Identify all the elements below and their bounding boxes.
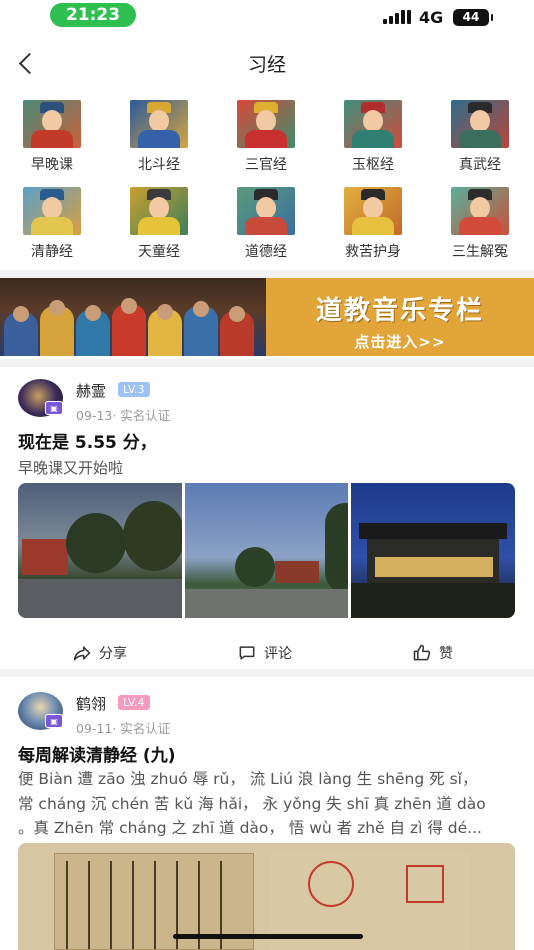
comment-icon: [239, 646, 255, 660]
post-photo[interactable]: [184, 483, 349, 618]
scripture-item[interactable]: 早晚课: [2, 100, 102, 174]
scripture-item[interactable]: 玉枢经: [323, 100, 423, 174]
page-title: 习经: [247, 54, 286, 76]
like-label: 赞: [439, 646, 453, 662]
verification-label: · 实名认证: [112, 408, 171, 423]
deity-thumbnail: [130, 187, 188, 235]
deity-thumbnail: [130, 100, 188, 148]
post-text-line[interactable]: 。真 Zhēn 常 cháng 之 zhī 道 dào， 悟 wù 者 zhě …: [18, 816, 482, 838]
share-button[interactable]: 分享: [72, 641, 127, 665]
banner-title: 道教音乐专栏: [315, 296, 484, 326]
post-date: 09-13: [76, 408, 113, 423]
scripture-label: 道德经: [245, 244, 287, 260]
photo-gallery: [18, 483, 515, 618]
scripture-item[interactable]: 救苦护身: [323, 187, 423, 261]
banner-photo: [0, 278, 266, 356]
deity-thumbnail: [344, 100, 402, 148]
thumbs-up-icon: [413, 644, 431, 661]
section-divider: [0, 270, 534, 278]
post-actions: 分享 评论 赞: [0, 641, 534, 665]
level-badge: LV.4: [118, 695, 150, 710]
status-bar: 21:23 4G 44: [0, 0, 534, 40]
scripture-label: 清静经: [31, 244, 73, 260]
scripture-item[interactable]: 三官经: [216, 100, 316, 174]
avatar[interactable]: ▣: [18, 692, 63, 730]
comment-button[interactable]: 评论: [237, 641, 292, 665]
post-text[interactable]: 早晚课又开始啦: [18, 457, 123, 478]
scripture-item[interactable]: 三生解冤: [430, 187, 530, 261]
post-title[interactable]: 每周解读清静经 (九): [18, 741, 175, 766]
scripture-label: 真武经: [459, 157, 501, 173]
scripture-label: 早晚课: [31, 157, 73, 173]
scripture-item[interactable]: 真武经: [430, 100, 530, 174]
scripture-label: 北斗经: [138, 157, 180, 173]
verified-badge-icon: ▣: [45, 401, 63, 415]
post-title[interactable]: 现在是 5.55 分，: [18, 428, 157, 453]
share-icon: [73, 646, 91, 661]
deity-thumbnail: [451, 187, 509, 235]
scripture-label: 天童经: [138, 244, 180, 260]
deity-thumbnail: [451, 100, 509, 148]
section-divider: [0, 359, 534, 367]
post-meta: 09-11· 实名认证: [76, 718, 170, 737]
username[interactable]: 赫霊: [76, 380, 106, 401]
scripture-item[interactable]: 北斗经: [109, 100, 209, 174]
deity-thumbnail: [237, 100, 295, 148]
share-label: 分享: [99, 646, 127, 662]
deity-thumbnail: [237, 187, 295, 235]
post-card: ▣ 赫霊 LV.3 09-13· 实名认证 现在是 5.55 分， 早晚课又开始…: [0, 379, 534, 669]
like-button[interactable]: 赞: [412, 641, 453, 665]
post-date: 09-11: [76, 721, 113, 736]
status-time: 21:23: [50, 3, 136, 27]
network-type: 4G: [419, 8, 444, 27]
post-text-line[interactable]: 便 Biàn 遭 zāo 浊 zhuó 辱 rǔ， 流 Liú 浪 làng 生…: [18, 767, 477, 789]
verified-badge-icon: ▣: [45, 714, 63, 728]
avatar[interactable]: ▣: [18, 379, 63, 417]
deity-thumbnail: [23, 187, 81, 235]
post-photo[interactable]: [18, 483, 182, 618]
scripture-label: 三官经: [245, 157, 287, 173]
post-meta: 09-13· 实名认证: [76, 405, 170, 424]
nav-bar: 习经: [0, 44, 534, 84]
level-badge: LV.3: [118, 382, 150, 397]
banner-text: 道教音乐专栏 点击进入>>: [266, 278, 534, 356]
music-banner[interactable]: 道教音乐专栏 点击进入>>: [0, 278, 534, 356]
scripture-label: 三生解冤: [452, 244, 508, 260]
comment-label: 评论: [264, 646, 292, 662]
scripture-item[interactable]: 道德经: [216, 187, 316, 261]
scripture-item[interactable]: 天童经: [109, 187, 209, 261]
verification-label: · 实名认证: [112, 721, 171, 736]
scripture-label: 玉枢经: [352, 157, 394, 173]
section-divider: [0, 669, 534, 677]
signal-icon: [383, 10, 411, 24]
post-photo[interactable]: [351, 483, 515, 618]
username[interactable]: 鹤翎: [76, 693, 106, 714]
battery-icon: 44: [453, 9, 493, 26]
deity-thumbnail: [23, 100, 81, 148]
scripture-item[interactable]: 清静经: [2, 187, 102, 261]
banner-cta[interactable]: 点击进入>>: [266, 331, 534, 352]
battery-level: 44: [462, 10, 480, 24]
post-text-line[interactable]: 常 cháng 沉 chén 苦 kǔ 海 hǎi， 永 yǒng 失 shī …: [18, 792, 486, 814]
home-indicator: [173, 934, 363, 939]
scripture-label: 救苦护身: [345, 244, 401, 260]
deity-thumbnail: [344, 187, 402, 235]
